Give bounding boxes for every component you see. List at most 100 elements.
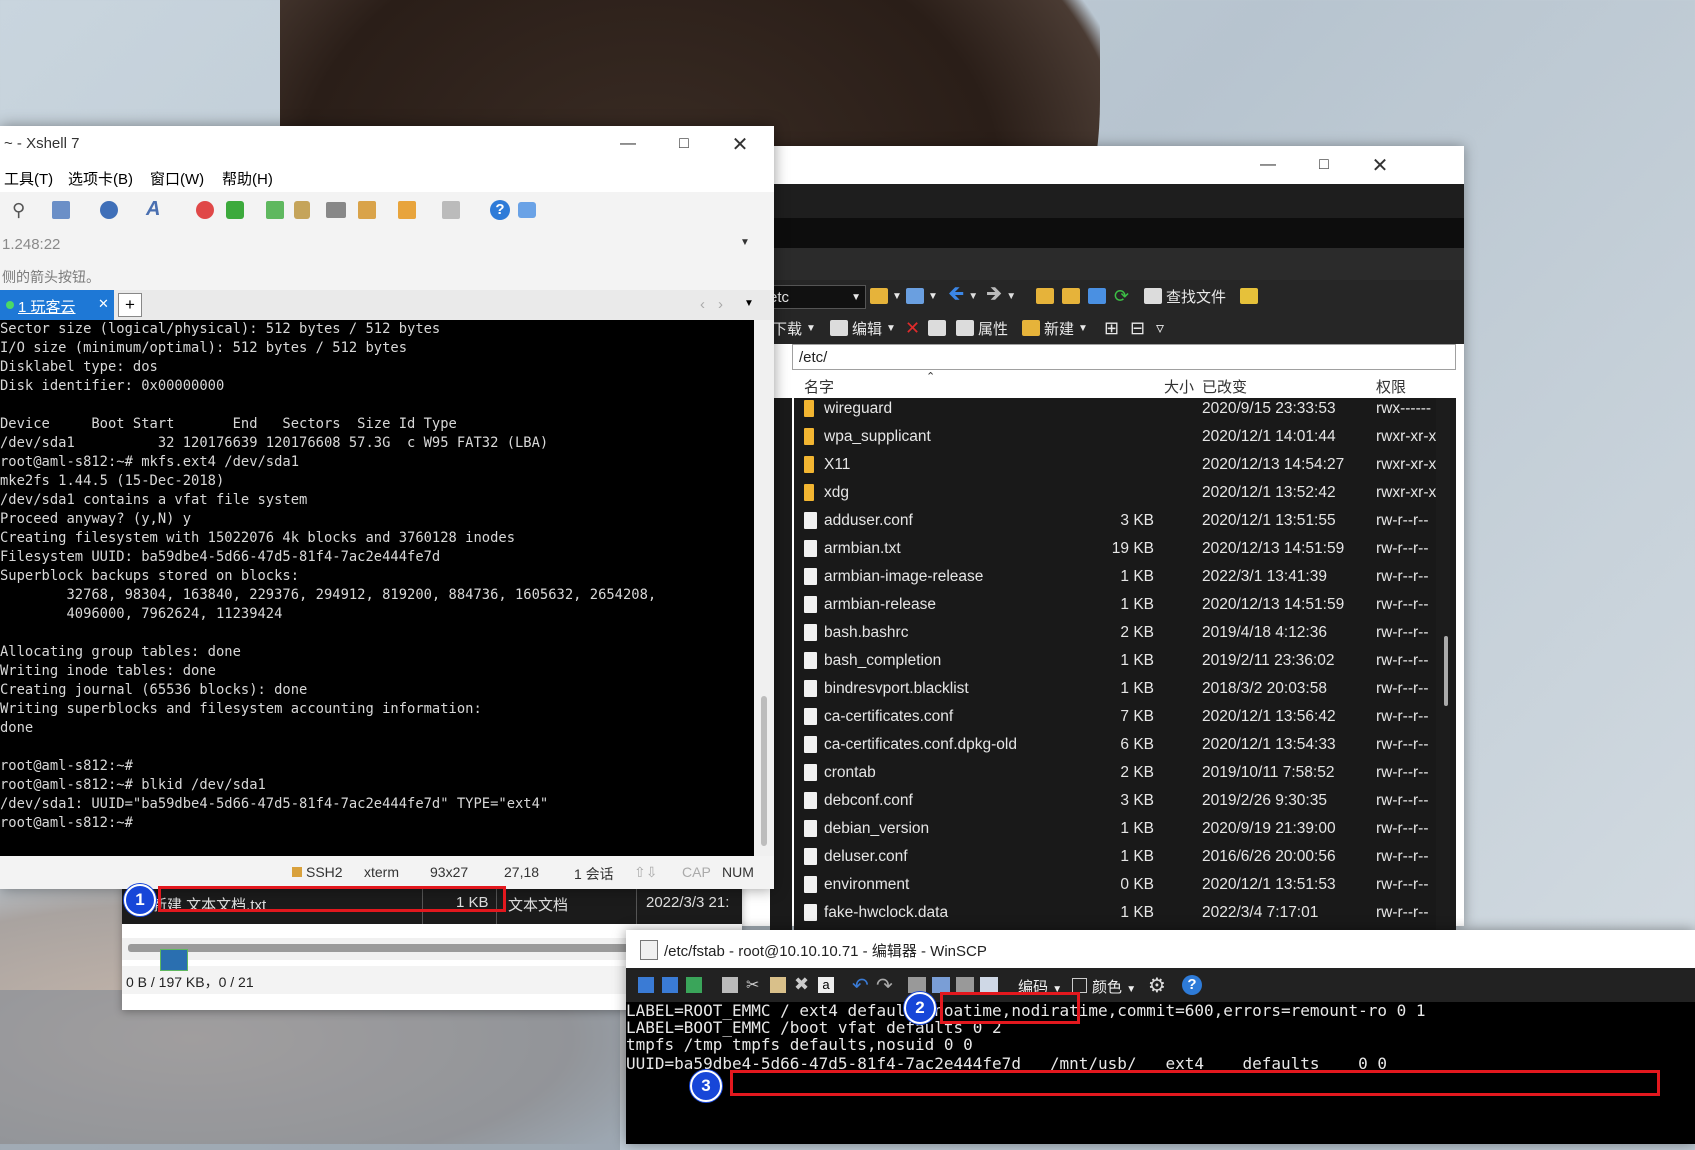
column-perms[interactable]: 权限	[1376, 376, 1406, 397]
find-files-button[interactable]: 查找文件	[1144, 285, 1226, 307]
save-icon[interactable]	[638, 977, 654, 993]
keyboard-icon[interactable]	[326, 202, 346, 218]
filter-select-button[interactable]: ▿	[1156, 317, 1164, 339]
delete-icon[interactable]: ✖	[794, 974, 809, 995]
replace-icon[interactable]	[932, 977, 950, 993]
rename-button[interactable]	[928, 317, 946, 339]
chat-icon[interactable]	[518, 202, 536, 218]
tree-toggle-button[interactable]	[1240, 285, 1258, 307]
redo-icon[interactable]: ↷	[876, 973, 893, 998]
new-button[interactable]: 新建 ▼	[1022, 317, 1088, 339]
scrollbar-thumb[interactable]	[761, 696, 767, 846]
properties-button[interactable]: 属性	[956, 317, 1008, 339]
paste-icon[interactable]	[770, 977, 786, 993]
goto-line-icon[interactable]	[980, 977, 998, 993]
file-row[interactable]: crontab 2 KB 2019/10/11 7:58:52 rw-r--r--	[794, 762, 1436, 786]
file-size: 1 KB	[1120, 820, 1154, 837]
file-row[interactable]: bash.bashrc 2 KB 2019/4/18 4:12:36 rw-r--r-…	[794, 622, 1436, 646]
cut-icon[interactable]: ✂	[746, 975, 759, 995]
remote-path-field[interactable]: /etc/	[792, 344, 1456, 370]
file-row[interactable]: debconf.conf 3 KB 2019/2/26 9:30:35 rw-r--r…	[794, 790, 1436, 814]
file-row[interactable]: armbian-release 1 KB 2020/12/13 14:51:59 rw…	[794, 594, 1436, 618]
menu-tabs[interactable]: 选项卡(B)	[68, 168, 133, 189]
edit-button[interactable]: 编辑 ▼	[830, 317, 896, 339]
find-icon[interactable]	[908, 977, 926, 993]
select-all-button[interactable]: ⊞	[1104, 317, 1119, 339]
file-row[interactable]: adduser.conf 3 KB 2020/12/1 13:51:55 rw-r--…	[794, 510, 1436, 534]
file-row[interactable]: xdg 2020/12/1 13:52:42 rwxr-xr-x	[794, 482, 1436, 506]
minimize-button[interactable]: —	[600, 125, 656, 163]
close-tab-icon[interactable]: ✕	[98, 296, 109, 312]
chevron-down-icon[interactable]: ▼	[740, 237, 750, 248]
file-row[interactable]: deluser.conf 1 KB 2016/6/26 20:00:56 rw-r--…	[794, 846, 1436, 870]
file-row[interactable]: debian_version 1 KB 2020/9/19 21:39:00 rw-r…	[794, 818, 1436, 842]
find-next-icon[interactable]	[956, 977, 974, 993]
copy-icon[interactable]	[722, 977, 738, 993]
file-row[interactable]: bash_completion 1 KB 2019/2/11 23:36:02 rw-…	[794, 650, 1436, 674]
search-icon[interactable]: ⚲	[12, 200, 25, 221]
file-row[interactable]: wpa_supplicant 2020/12/1 14:01:44 rwxr-xr-…	[794, 426, 1436, 450]
help-icon[interactable]: ?	[1182, 975, 1202, 995]
home-button[interactable]	[1088, 285, 1106, 307]
status-sessions: 1 会话	[574, 866, 614, 882]
file-row[interactable]: wireguard 2020/9/15 23:33:53 rwx------	[794, 398, 1436, 422]
tab-scroll-left-icon[interactable]: ‹	[700, 296, 705, 313]
parent-dir-button[interactable]	[1036, 285, 1054, 307]
file-size: 1 KB	[1120, 680, 1154, 697]
column-name[interactable]: 名字	[804, 376, 834, 397]
reload-icon[interactable]	[686, 977, 702, 993]
layout-icon[interactable]	[442, 201, 460, 219]
color-checkbox[interactable]	[1072, 978, 1087, 993]
add-tab-button[interactable]: +	[118, 293, 142, 317]
tab-menu-icon[interactable]: ▼	[744, 298, 754, 309]
tab-session[interactable]: 1 玩客云 ✕	[0, 290, 114, 320]
forward-button[interactable]: 🡺 ▼	[986, 283, 1016, 307]
menu-help[interactable]: 帮助(H)	[222, 168, 273, 189]
delete-button[interactable]: ✕	[905, 317, 920, 339]
select-all-icon[interactable]: a	[818, 977, 834, 993]
minimize-button[interactable]: —	[1240, 146, 1296, 184]
file-row[interactable]: environment 0 KB 2020/12/1 13:51:53 rw-r--r…	[794, 874, 1436, 898]
root-dir-button[interactable]	[1062, 285, 1080, 307]
edit-label: 编辑	[852, 320, 883, 338]
transfer-icon[interactable]	[398, 201, 416, 219]
scrollbar-thumb[interactable]	[1444, 636, 1448, 706]
file-row[interactable]: armbian.txt 19 KB 2020/12/13 14:51:59 rw-r-…	[794, 538, 1436, 562]
font-icon[interactable]: A	[146, 198, 160, 221]
unselect-button[interactable]: ⊟	[1130, 317, 1145, 339]
file-row[interactable]: fake-hwclock.data 1 KB 2022/3/4 7:17:01 rw-…	[794, 902, 1436, 926]
globe-icon[interactable]	[100, 201, 118, 219]
file-row[interactable]: bindresvport.blacklist 1 KB 2018/3/2 20:03…	[794, 678, 1436, 702]
close-button[interactable]: ✕	[1352, 146, 1408, 184]
save-all-icon[interactable]	[662, 977, 678, 993]
refresh-button[interactable]: ⟳	[1114, 285, 1129, 307]
column-modified[interactable]: 已改变	[1202, 376, 1247, 397]
column-size[interactable]: 大小	[1164, 376, 1194, 397]
gear-icon[interactable]: ⚙	[1148, 973, 1166, 998]
open-folder-button[interactable]: ▼	[870, 285, 902, 307]
color-menu[interactable]: 颜色 ▼	[1092, 976, 1136, 997]
back-button[interactable]: 🡸 ▼	[948, 283, 978, 307]
undo-icon[interactable]: ↶	[852, 973, 869, 998]
xmanager-icon[interactable]	[226, 201, 244, 219]
file-perms: rwxr-xr-x	[1376, 456, 1436, 473]
file-row[interactable]: X11 2020/12/13 14:54:27 rwxr-xr-x	[794, 454, 1436, 478]
fullscreen-icon[interactable]	[266, 201, 284, 219]
address-bar[interactable]: 1.248:22 ▼	[0, 228, 774, 260]
script-icon[interactable]	[358, 201, 376, 219]
menu-window[interactable]: 窗口(W)	[150, 168, 204, 189]
new-session-icon[interactable]	[52, 201, 70, 219]
menu-tools[interactable]: 工具(T)	[4, 168, 53, 189]
file-row[interactable]: ca-certificates.conf.dpkg-old 6 KB 2020/12…	[794, 734, 1436, 758]
maximize-button[interactable]: □	[1296, 146, 1352, 184]
maximize-button[interactable]: □	[656, 125, 712, 163]
close-button[interactable]: ✕	[712, 125, 768, 163]
xftp-icon[interactable]	[196, 201, 214, 219]
help-icon[interactable]: ?	[490, 200, 510, 220]
filter-button[interactable]: ▼	[906, 285, 938, 307]
file-row[interactable]: ca-certificates.conf 7 KB 2020/12/1 13:56:…	[794, 706, 1436, 730]
terminal-output[interactable]: Sector size (logical/physical): 512 byte…	[0, 320, 754, 856]
file-row[interactable]: armbian-image-release 1 KB 2022/3/1 13:41:…	[794, 566, 1436, 590]
lock-icon[interactable]	[294, 201, 310, 219]
tab-scroll-right-icon[interactable]: ›	[718, 296, 723, 313]
